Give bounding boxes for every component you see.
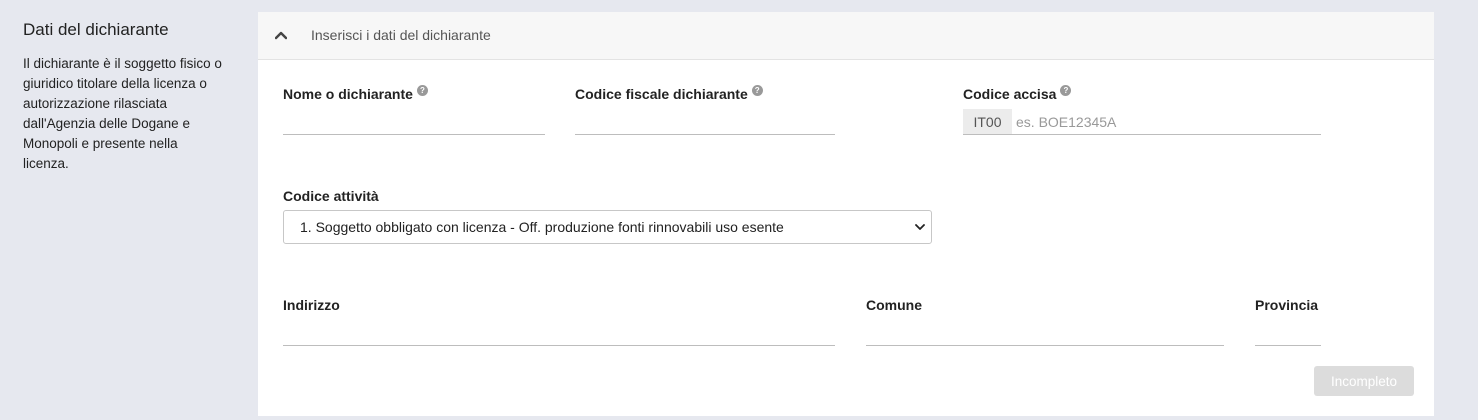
codice-accisa-prefix: IT00 bbox=[963, 109, 1012, 135]
panel-header-title: Inserisci i dati del dichiarante bbox=[311, 27, 491, 43]
codice-fiscale-label: Codice fiscale dichiarante? bbox=[575, 85, 763, 102]
indirizzo-input[interactable] bbox=[283, 320, 835, 346]
indirizzo-label: Indirizzo bbox=[283, 297, 340, 313]
help-icon[interactable]: ? bbox=[751, 85, 763, 96]
dichiarante-panel: Inserisci i dati del dichiarante Nome o … bbox=[258, 12, 1434, 416]
codice-accisa-input[interactable] bbox=[1012, 109, 1321, 135]
provincia-label: Provincia bbox=[1255, 297, 1319, 313]
section-description: Il dichiarante è il soggetto fisico o gi… bbox=[23, 56, 222, 171]
incompleto-button[interactable]: Incompleto bbox=[1314, 366, 1414, 396]
section-title: Dati del dichiarante bbox=[23, 20, 169, 39]
chevron-up-icon[interactable] bbox=[275, 30, 287, 40]
codice-attivita-selected: 1. Soggetto obbligato con licenza - Off.… bbox=[300, 219, 784, 235]
codice-attivita-label: Codice attività bbox=[283, 188, 379, 204]
panel-header-toggle[interactable]: Inserisci i dati del dichiarante bbox=[258, 12, 1434, 60]
nome-label: Nome o dichiarante? bbox=[283, 85, 428, 102]
codice-attivita-select[interactable]: 1. Soggetto obbligato con licenza - Off.… bbox=[283, 210, 932, 244]
codice-fiscale-input[interactable] bbox=[575, 109, 835, 135]
section-sidebar: Dati del dichiarante Il dichiarante è il… bbox=[23, 20, 223, 174]
provincia-input[interactable] bbox=[1255, 320, 1321, 346]
comune-label: Comune bbox=[866, 297, 922, 313]
codice-accisa-label: Codice accisa? bbox=[963, 85, 1072, 102]
help-icon[interactable]: ? bbox=[416, 85, 428, 96]
nome-input[interactable] bbox=[283, 109, 545, 135]
comune-input[interactable] bbox=[866, 320, 1224, 346]
help-icon[interactable]: ? bbox=[1060, 85, 1072, 96]
chevron-down-icon bbox=[915, 224, 925, 230]
